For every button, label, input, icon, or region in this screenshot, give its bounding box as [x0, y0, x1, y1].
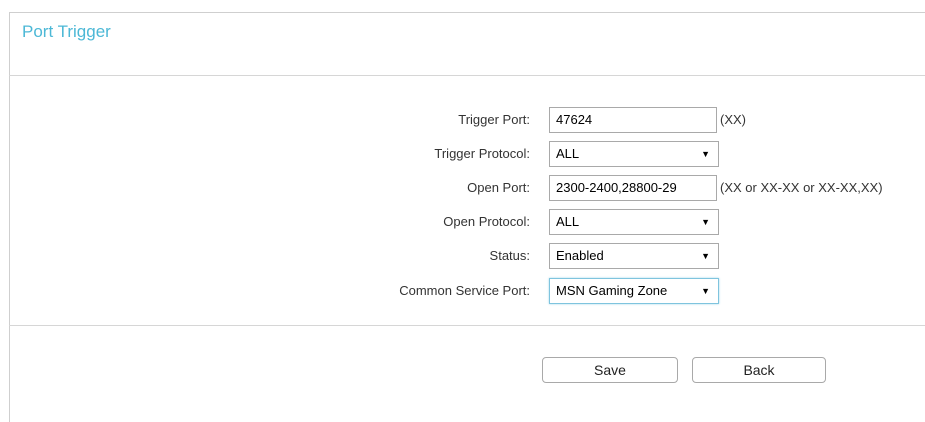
header-divider	[9, 75, 925, 76]
footer-divider	[9, 325, 925, 326]
common-service-port-select[interactable]: MSN Gaming Zone ▼	[549, 278, 719, 304]
open-protocol-row: Open Protocol: ALL ▼	[0, 209, 925, 235]
trigger-port-hint: (XX)	[720, 112, 746, 127]
status-value: Enabled	[556, 248, 604, 263]
status-label: Status:	[489, 248, 530, 263]
trigger-port-row: Trigger Port: 47624 (XX)	[0, 107, 925, 133]
open-protocol-select[interactable]: ALL ▼	[549, 209, 719, 235]
chevron-down-icon: ▼	[701, 251, 710, 261]
common-service-port-label: Common Service Port:	[399, 283, 530, 298]
open-protocol-label: Open Protocol:	[443, 214, 530, 229]
save-button[interactable]: Save	[542, 357, 678, 383]
open-port-label: Open Port:	[467, 180, 530, 195]
status-row: Status: Enabled ▼	[0, 243, 925, 269]
trigger-port-input[interactable]: 47624	[549, 107, 717, 133]
common-service-port-value: MSN Gaming Zone	[556, 283, 668, 298]
status-select[interactable]: Enabled ▼	[549, 243, 719, 269]
trigger-protocol-select[interactable]: ALL ▼	[549, 141, 719, 167]
page-title: Port Trigger	[22, 22, 111, 41]
trigger-protocol-label: Trigger Protocol:	[434, 146, 530, 161]
open-port-row: Open Port: 2300-2400,28800-29 (XX or XX-…	[0, 175, 925, 201]
chevron-down-icon: ▼	[701, 149, 710, 159]
open-port-input[interactable]: 2300-2400,28800-29	[549, 175, 717, 201]
trigger-protocol-value: ALL	[556, 146, 580, 161]
common-service-port-row: Common Service Port: MSN Gaming Zone ▼	[0, 278, 925, 304]
trigger-protocol-row: Trigger Protocol: ALL ▼	[0, 141, 925, 167]
chevron-down-icon: ▼	[701, 217, 710, 227]
back-button[interactable]: Back	[692, 357, 826, 383]
open-protocol-value: ALL	[556, 214, 580, 229]
open-port-hint: (XX or XX-XX or XX-XX,XX)	[720, 180, 883, 195]
chevron-down-icon: ▼	[701, 286, 710, 296]
trigger-port-label: Trigger Port:	[458, 112, 530, 127]
